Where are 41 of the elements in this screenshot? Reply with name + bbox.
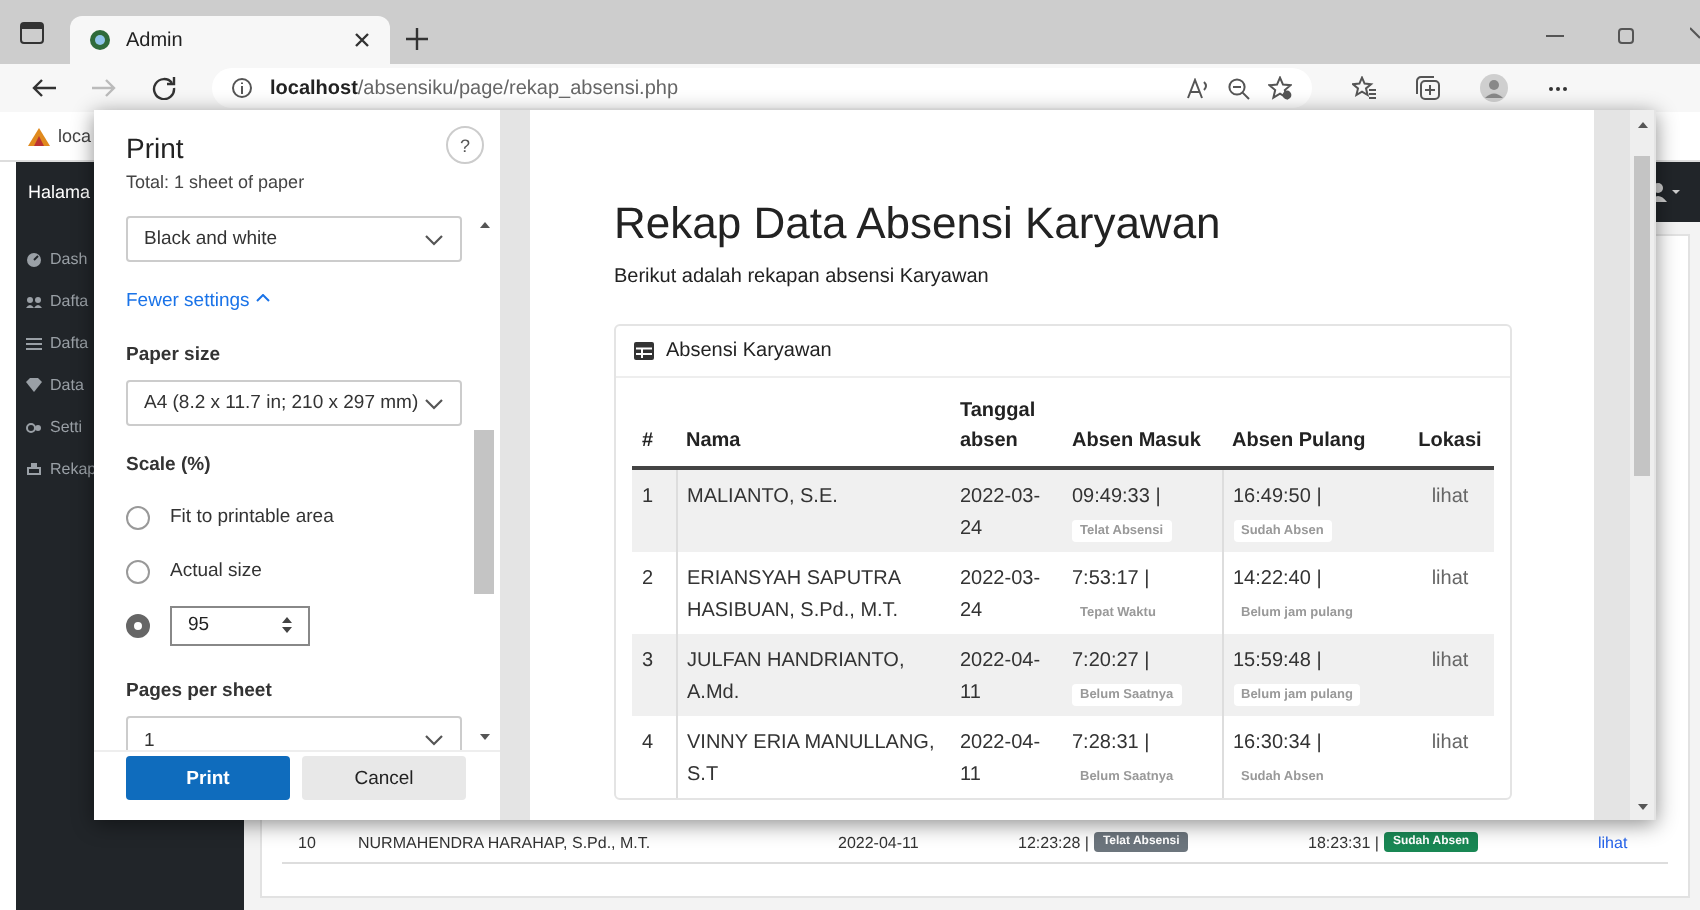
time-text: 18:23:31 | <box>1308 833 1379 851</box>
time-text: 7:20:27 | <box>1072 648 1152 676</box>
table-cell: 1 <box>632 468 676 552</box>
time-text: 09:49:33 | <box>1072 484 1163 512</box>
time-text: 7:53:17 | <box>1072 566 1152 594</box>
table-cell: 2022-03-24 <box>950 552 1062 634</box>
page-title: Rekap Data Absensi Karyawan <box>614 198 1223 250</box>
time-text: 15:59:48 | <box>1233 648 1324 676</box>
table-cell-text: 2022-04-11 <box>838 833 921 851</box>
table-cell: VINNY ERIA MANULLANG, S.T <box>676 716 950 798</box>
tab-title: Admin <box>126 29 185 51</box>
table-cell: MALIANTO, S.E. <box>676 468 950 552</box>
table-cell: JULFAN HANDRIANTO, A.Md. <box>676 634 950 716</box>
section-label: Pages per sheet <box>126 680 274 702</box>
time-text: 14:22:40 | <box>1233 566 1324 594</box>
table-cell: 4 <box>632 716 676 798</box>
section-label: Scale (%) <box>126 454 213 476</box>
table-cell-text: NURMAHENDRA HARAHAP, S.Pd., M.T. <box>358 833 653 851</box>
card-title: Absensi Karyawan <box>666 340 832 362</box>
dropdown-value: Black and white <box>144 228 278 250</box>
time-text: 12:23:28 | <box>1018 833 1089 851</box>
table-cell: 3 <box>632 634 676 716</box>
section-label: Paper size <box>126 344 222 366</box>
dropdown-value: 1 <box>144 729 155 750</box>
radio-label: Actual size <box>170 560 262 582</box>
table-cell: 2 <box>632 552 676 634</box>
bookmark-label: loca <box>58 126 92 146</box>
field-value: 95 <box>188 614 210 636</box>
table-cell: 2022-04-11 <box>950 716 1062 798</box>
table-cell: 2022-04-11 <box>950 634 1062 716</box>
table-cell: 2022-03-24 <box>950 468 1062 552</box>
time-text: 7:28:31 | <box>1072 730 1152 758</box>
time-text: 16:49:50 | <box>1233 484 1324 512</box>
page-subtitle: Berikut adalah rekapan absensi Karyawan <box>614 266 991 288</box>
radio-label: Fit to printable area <box>170 506 334 528</box>
url-text: localhost/absensiku/page/rekap_absensi.php <box>270 77 679 99</box>
dialog-title: Print <box>126 132 186 164</box>
sheet-total: Total: 1 sheet of paper <box>126 172 307 192</box>
dropdown-value: A4 (8.2 x 11.7 in; 210 x 297 mm) <box>144 392 419 414</box>
table-cell-text: 10 <box>296 833 318 851</box>
time-text: 16:30:34 | <box>1233 730 1324 758</box>
